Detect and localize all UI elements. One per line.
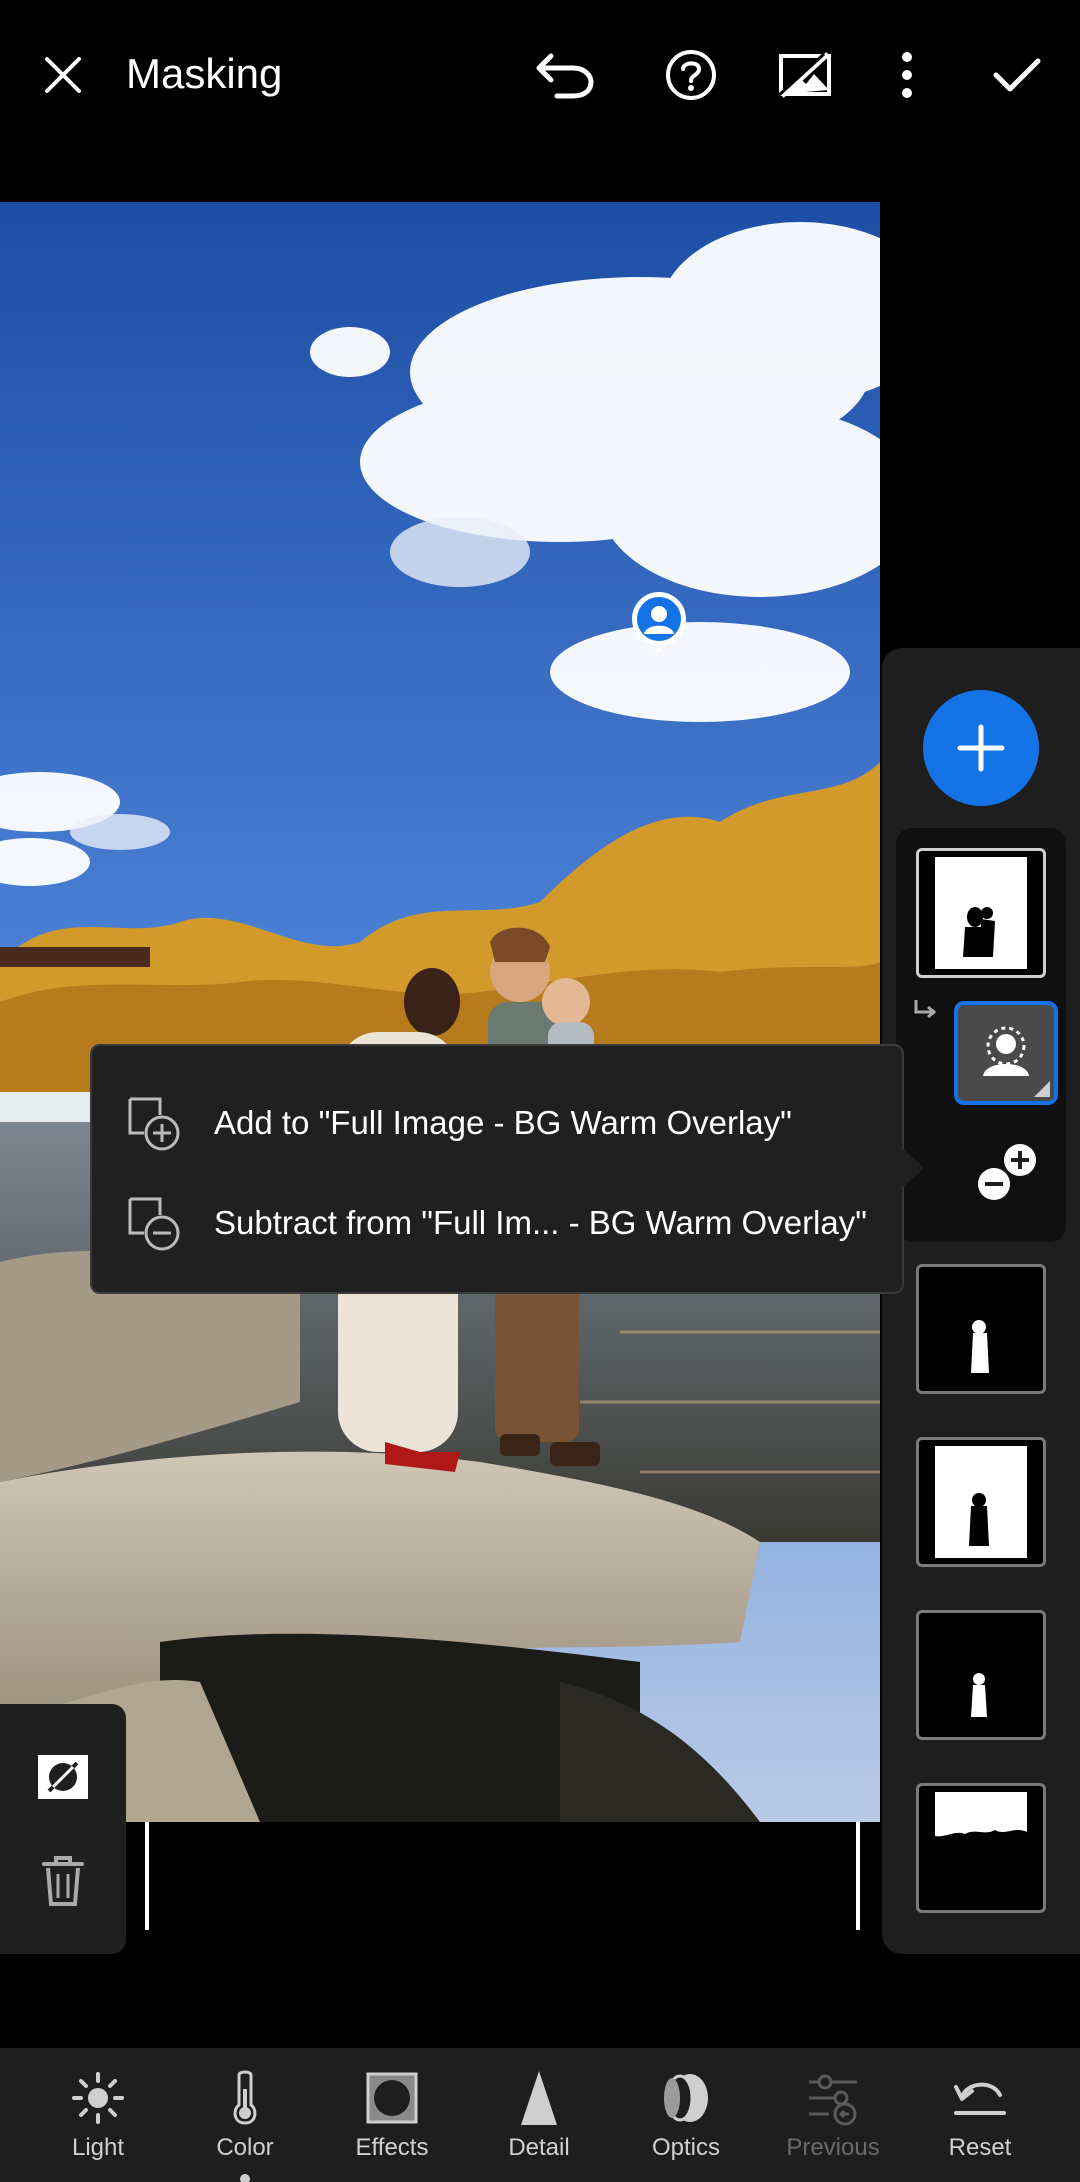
sun-icon (72, 2072, 124, 2124)
close-icon[interactable] (28, 40, 98, 110)
tool-detail[interactable]: Detail (474, 2068, 604, 2182)
tool-reset[interactable]: Reset (915, 2068, 1045, 2182)
subtract-from-mask-menu-item[interactable]: Subtract from "Full Im... - BG Warm Over… (92, 1168, 902, 1278)
tool-light[interactable]: Light (33, 2068, 163, 2182)
crop-edge-left[interactable] (145, 1822, 149, 1930)
mask-thumbnail-5[interactable] (916, 1783, 1046, 1913)
tool-previous[interactable]: Previous (768, 2068, 898, 2182)
tool-effects-label: Effects (355, 2134, 429, 2161)
delete-trash-icon[interactable] (28, 1846, 98, 1916)
person-selection-icon (983, 1026, 1029, 1076)
subtract-arrow-icon (910, 996, 940, 1031)
overlay-off-icon[interactable] (770, 40, 840, 110)
mask-pin-person-icon[interactable] (630, 590, 688, 652)
plus-icon (957, 724, 1005, 772)
add-to-mask-icon (128, 1097, 180, 1151)
more-options-icon[interactable] (872, 40, 942, 110)
reset-icon (954, 2082, 1006, 2115)
tool-light-label: Light (71, 2134, 125, 2161)
popup-pointer (902, 1148, 924, 1188)
tool-optics-label: Optics (651, 2134, 720, 2161)
thermometer-icon (233, 2070, 257, 2125)
previous-sliders-icon (809, 2074, 857, 2126)
confirm-checkmark-icon[interactable] (982, 40, 1052, 110)
mask-action-popup: Add to "Full Image - BG Warm Overlay" Su… (90, 1044, 904, 1294)
photo-margin (0, 1822, 880, 1952)
bottom-toolbar: Light Color Effects Detail Optics Previo… (0, 2048, 1080, 2182)
select-people-mask-thumbnail[interactable] (954, 1001, 1058, 1105)
tool-color[interactable]: Color (180, 2068, 310, 2182)
mask-thumbnail-1[interactable] (916, 848, 1046, 978)
add-subtract-mask-icon[interactable] (974, 1138, 1044, 1208)
subtract-from-mask-icon (128, 1197, 180, 1251)
left-tool-panel (0, 1704, 126, 1954)
active-tool-indicator (240, 2174, 250, 2182)
lens-icon (664, 2074, 708, 2122)
mask-thumbnail-4[interactable] (916, 1610, 1046, 1740)
invert-mask-icon[interactable] (28, 1742, 98, 1812)
tool-previous-label: Previous (786, 2134, 880, 2161)
detail-triangle-icon (521, 2071, 557, 2125)
mask-thumbnail-2[interactable] (916, 1264, 1046, 1394)
help-icon[interactable] (656, 40, 726, 110)
add-mask-button[interactable] (923, 690, 1039, 806)
top-bar: Masking (0, 0, 1080, 150)
photo-canvas[interactable] (0, 202, 880, 1822)
tool-reset-label: Reset (948, 2134, 1012, 2161)
mask-thumbnail-3[interactable] (916, 1437, 1046, 1567)
tool-optics[interactable]: Optics (621, 2068, 751, 2182)
undo-icon[interactable] (530, 40, 600, 110)
tool-color-label: Color (216, 2134, 274, 2161)
subtract-from-mask-label: Subtract from "Full Im... - BG Warm Over… (214, 1204, 867, 1241)
add-to-mask-label: Add to "Full Image - BG Warm Overlay" (214, 1104, 792, 1141)
page-title: Masking (126, 50, 283, 97)
tool-effects[interactable]: Effects (327, 2068, 457, 2182)
tool-detail-label: Detail (508, 2134, 570, 2161)
vignette-icon (366, 2072, 418, 2124)
add-to-mask-menu-item[interactable]: Add to "Full Image - BG Warm Overlay" (92, 1068, 902, 1178)
crop-edge-right[interactable] (856, 1822, 860, 1930)
